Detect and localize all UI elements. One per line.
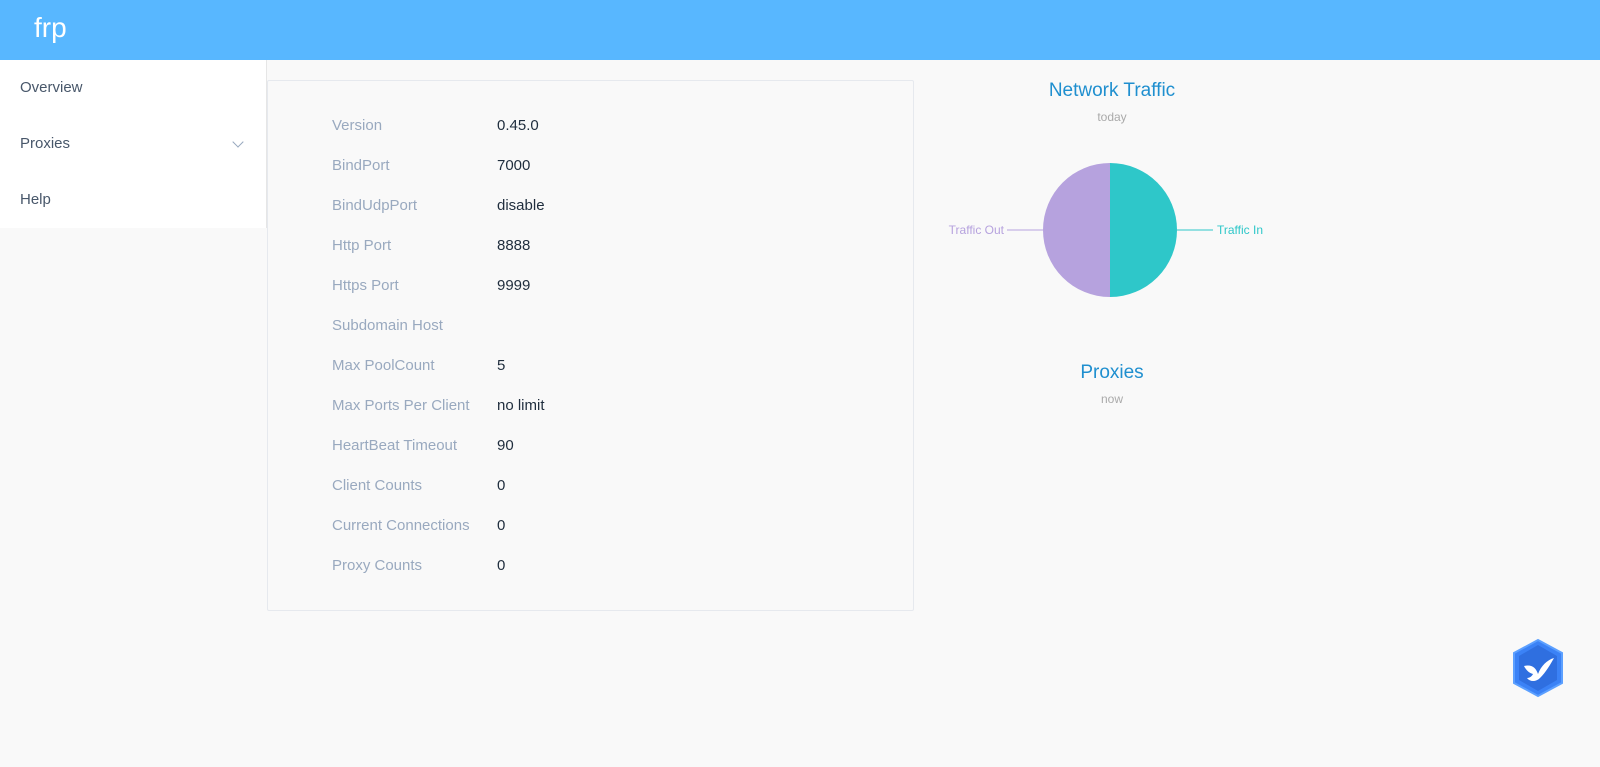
traffic-pie-chart[interactable]: Traffic Out Traffic In bbox=[940, 150, 1280, 310]
info-value: disable bbox=[497, 197, 545, 214]
info-label: Subdomain Host bbox=[332, 317, 443, 334]
info-label: Version bbox=[332, 117, 383, 134]
sidebar-item-help[interactable]: Help bbox=[0, 172, 266, 228]
sidebar-item-label: Help bbox=[20, 191, 51, 208]
info-label: Current Connections bbox=[332, 517, 470, 534]
sidebar-item-label: Overview bbox=[20, 79, 83, 96]
pie-slice-traffic-out[interactable] bbox=[1043, 163, 1110, 297]
traffic-chart-title: Network Traffic bbox=[1048, 80, 1176, 101]
info-value: 7000 bbox=[497, 157, 531, 174]
info-row-version: Version 0.45.0 bbox=[332, 106, 539, 146]
info-label: Max PoolCount bbox=[332, 357, 435, 374]
info-value: 9999 bbox=[497, 277, 531, 294]
info-value: 90 bbox=[497, 437, 514, 454]
info-row-bindudpport: BindUdpPort disable bbox=[332, 186, 545, 226]
info-label: HeartBeat Timeout bbox=[332, 437, 458, 454]
sidebar-item-proxies[interactable]: Proxies bbox=[0, 116, 266, 172]
info-value: 0.45.0 bbox=[497, 117, 539, 134]
legend-traffic-out: Traffic Out bbox=[949, 223, 1005, 237]
info-row-proxy-counts: Proxy Counts 0 bbox=[332, 546, 505, 586]
proxies-chart-title: Proxies bbox=[1080, 362, 1144, 383]
pie-slice-traffic-in[interactable] bbox=[1110, 163, 1177, 297]
info-value: 5 bbox=[497, 357, 506, 374]
info-row-heartbeat-timeout: HeartBeat Timeout 90 bbox=[332, 426, 514, 466]
info-label: Max Ports Per Client bbox=[332, 397, 470, 414]
info-value: no limit bbox=[497, 397, 545, 414]
info-row-https-port: Https Port 9999 bbox=[332, 266, 530, 306]
info-label: Http Port bbox=[332, 237, 392, 254]
info-row-bindport: BindPort 7000 bbox=[332, 146, 530, 186]
info-row-subdomain-host: Subdomain Host bbox=[332, 306, 497, 346]
sidebar-item-label: Proxies bbox=[20, 135, 71, 152]
info-label: BindPort bbox=[332, 157, 390, 174]
traffic-chart-subtitle: today bbox=[1097, 110, 1127, 124]
info-label: Client Counts bbox=[332, 477, 423, 494]
info-value: 0 bbox=[497, 557, 506, 574]
server-info-card: Version 0.45.0 BindPort 7000 BindUdpPort di… bbox=[267, 80, 914, 611]
info-row-client-counts: Client Counts 0 bbox=[332, 466, 505, 506]
sidebar: Overview Proxies Help bbox=[0, 60, 267, 228]
top-header: frp bbox=[0, 0, 1600, 60]
info-value: 0 bbox=[497, 477, 506, 494]
sidebar-item-overview[interactable]: Overview bbox=[0, 60, 266, 116]
info-row-http-port: Http Port 8888 bbox=[332, 226, 530, 266]
info-label: Proxy Counts bbox=[332, 557, 423, 574]
info-value: 0 bbox=[497, 517, 506, 534]
chevron-down-icon bbox=[232, 136, 244, 148]
info-row-current-connections: Current Connections 0 bbox=[332, 506, 505, 546]
info-row-max-ports-per-client: Max Ports Per Client no limit bbox=[332, 386, 545, 426]
info-row-max-poolcount: Max PoolCount 5 bbox=[332, 346, 505, 386]
brand-logo[interactable]: frp bbox=[34, 10, 67, 46]
bird-icon[interactable] bbox=[1510, 638, 1566, 698]
info-label: Https Port bbox=[332, 277, 399, 294]
info-label: BindUdpPort bbox=[332, 197, 418, 214]
info-value: 8888 bbox=[497, 237, 531, 254]
proxies-chart-subtitle: now bbox=[1100, 392, 1123, 406]
legend-traffic-in: Traffic In bbox=[1217, 223, 1263, 237]
